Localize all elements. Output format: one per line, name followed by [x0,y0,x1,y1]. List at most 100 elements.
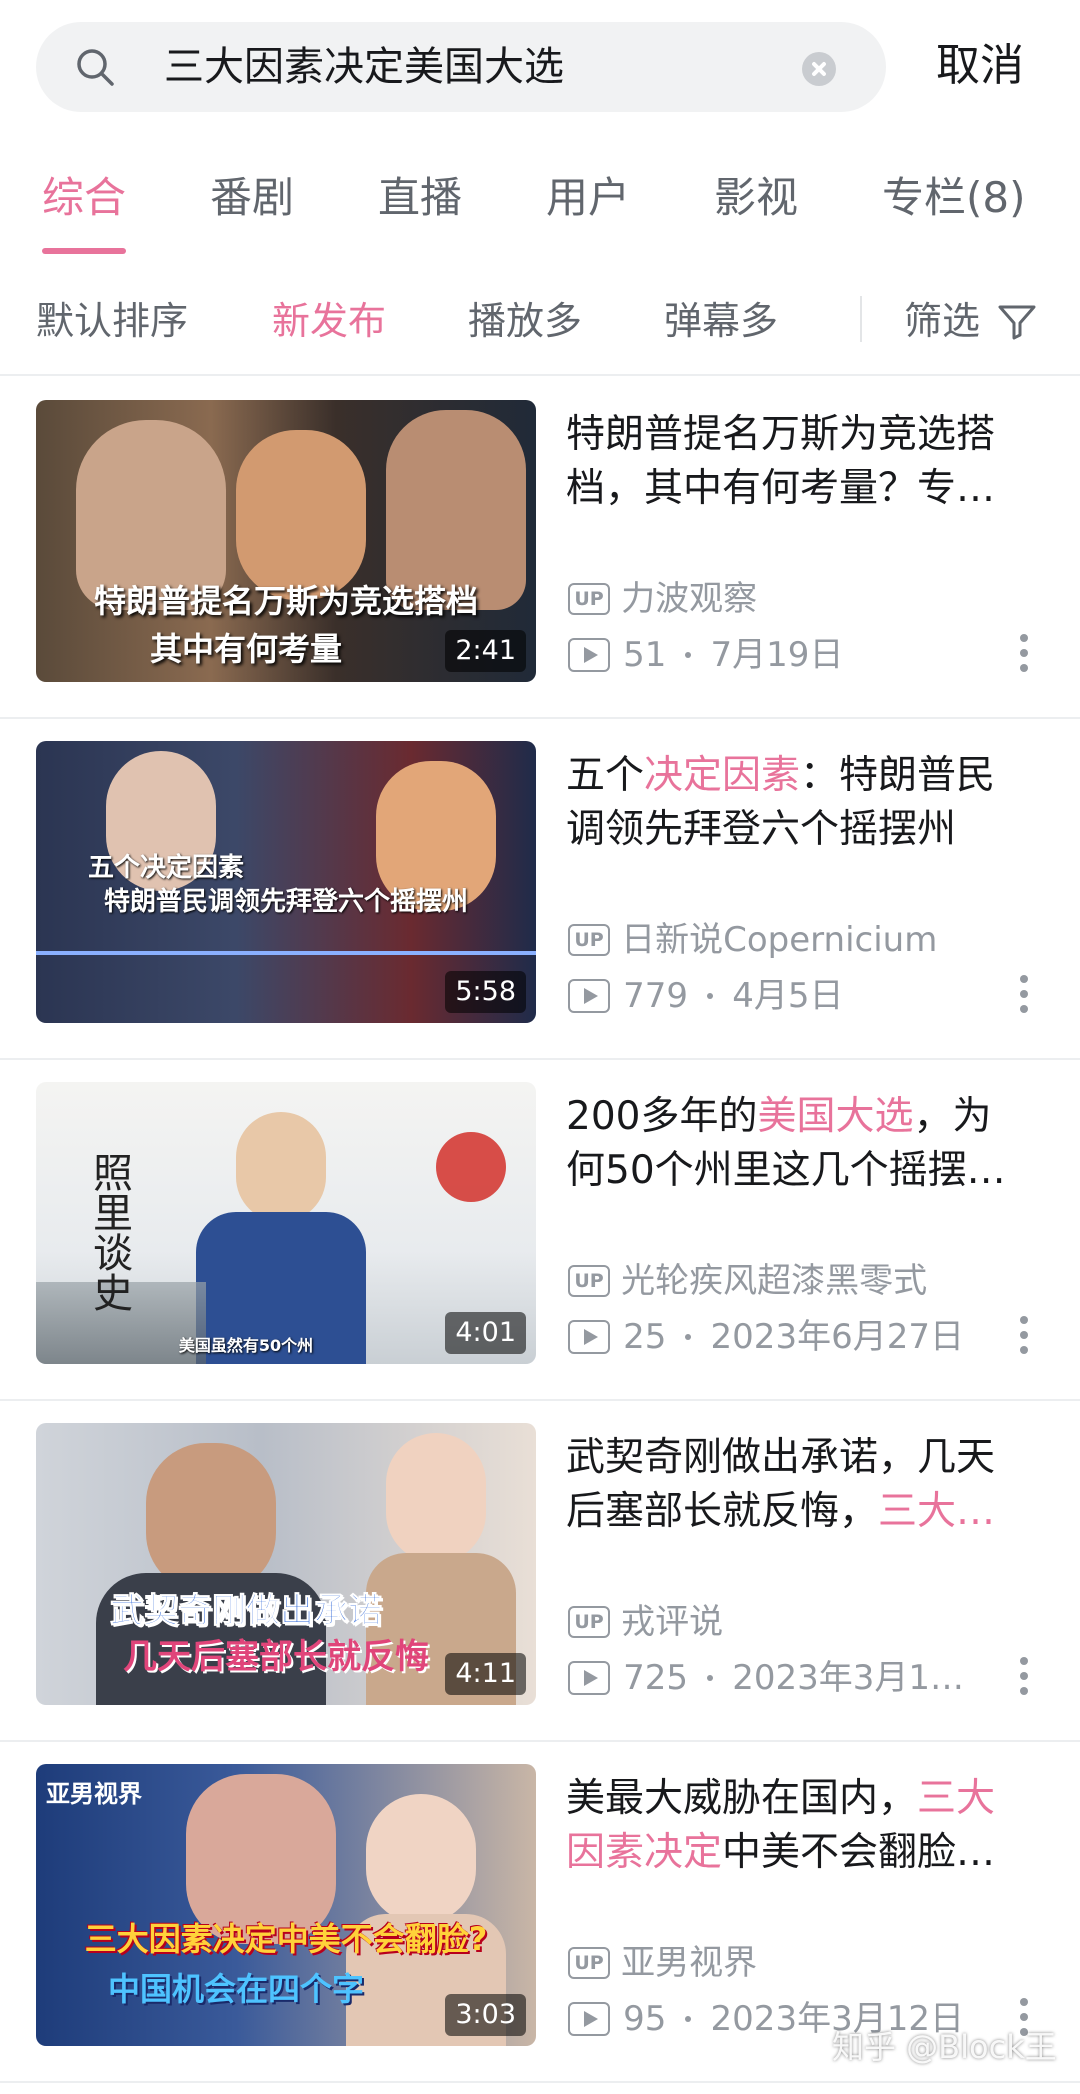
uploader-row[interactable]: UP 力波观察 [568,578,757,620]
separator-dot [685,652,692,658]
more-options-icon[interactable] [1018,634,1030,680]
tab-all[interactable]: 综合 [42,170,126,226]
tab-users[interactable]: 用户 [546,170,630,226]
channel-brand: 亚男视界 [46,1780,142,1808]
up-badge-icon: UP [568,583,610,615]
sort-newest[interactable]: 新发布 [272,294,386,348]
title-line: 特朗普提名万斯为竞选搭 [566,412,996,457]
title-highlight: 三大… [878,1489,996,1534]
person-figure [146,1443,276,1593]
title-text: ：特朗普民 [800,753,996,798]
calligraphy-title: 照里谈史 [86,1152,132,1312]
more-options-icon[interactable] [1018,1316,1030,1362]
title-text: 200多年的 [566,1094,758,1139]
title-text: 五个 [566,753,645,798]
video-result[interactable]: 五个决定因素 特朗普民调领先拜登六个摇摆州 5:58 五个决定因素：特朗普民 调… [0,719,1080,1060]
sort-default[interactable]: 默认排序 [36,294,188,348]
up-badge-icon: UP [568,1265,610,1297]
thumbnail-caption: 中国机会在四个字 [107,1970,364,2008]
thumbnail-caption: 武契奇刚做出承诺 [110,1591,383,1632]
thumbnail-caption: 特朗普民调领先拜登六个摇摆州 [103,887,468,917]
title-line: 美最大威胁在国内，三大 [566,1772,1046,1826]
tab-articles[interactable]: 专栏(8) [882,170,1026,226]
up-badge-icon: UP [568,924,610,956]
uploader-name[interactable]: 力波观察 [621,578,757,620]
video-result[interactable]: 照里谈史 美国虽然有50个州 4:01 200多年的美国大选，为 何50个州里这… [0,1060,1080,1401]
more-options-icon[interactable] [1018,975,1030,1021]
video-duration: 4:01 [445,1312,526,1354]
video-title[interactable]: 200多年的美国大选，为 何50个州里这几个摇摆… [566,1090,1046,1198]
search-header: 三大因素决定美国大选 取消 [0,0,1080,140]
search-tabs: 综合 番剧 直播 用户 影视 专栏(8) [0,160,1080,260]
uploader-row[interactable]: UP 亚男视界 [568,1942,757,1984]
sort-most-danmaku[interactable]: 弹幕多 [664,294,778,348]
video-title[interactable]: 武契奇刚做出承诺，几天 后塞部长就反悔，三大… [566,1431,1046,1539]
sort-bar: 默认排序 新发布 播放多 弹幕多 筛选 [0,280,1080,376]
uploader-name[interactable]: 亚男视界 [621,1942,757,1984]
uploader-row[interactable]: UP 戎评说 [568,1601,723,1643]
tab-live[interactable]: 直播 [378,170,462,226]
title-text: 中美不会翻脸… [722,1830,996,1875]
sort-most-played[interactable]: 播放多 [468,294,582,348]
search-input[interactable]: 三大因素决定美国大选 [36,22,886,112]
person-figure [386,1433,486,1563]
up-badge-icon: UP [568,1606,610,1638]
cancel-button[interactable]: 取消 [936,38,1024,94]
play-count: 95 [623,1999,667,2039]
filter-icon[interactable] [996,300,1038,342]
search-icon [77,49,114,86]
separator-dot [707,993,714,999]
uploader-row[interactable]: UP 日新说Copernicium [568,919,937,961]
title-line: 调领先拜登六个摇摆州 [566,807,957,852]
video-result[interactable]: 特朗普提名万斯为竞选搭档 其中有何考量 2:41 特朗普提名万斯为竞选搭 档，其… [0,378,1080,719]
video-result[interactable]: 武契奇刚做出承诺 几天后塞部长就反悔 4:11 武契奇刚做出承诺，几天 后塞部长… [0,1401,1080,1742]
publish-date: 2023年3月1… [732,1658,964,1698]
play-count: 725 [623,1658,688,1698]
uploader-row[interactable]: UP 光轮疾风超漆黑零式 [568,1260,927,1302]
filter-button[interactable]: 筛选 [904,294,980,348]
video-title[interactable]: 五个决定因素：特朗普民 调领先拜登六个摇摆州 [566,749,1046,857]
play-count: 25 [623,1317,667,1357]
title-line: 200多年的美国大选，为 [566,1090,1046,1144]
title-highlight: 决定因素 [644,753,801,798]
stats-row: 51 7月19日 [568,634,843,676]
thumbnail-caption: 五个决定因素 [87,853,244,883]
video-thumbnail[interactable]: 特朗普提名万斯为竞选搭档 其中有何考量 2:41 [36,400,536,682]
play-count-icon [568,2002,610,2036]
uploader-name[interactable]: 日新说Copernicium [621,919,937,961]
watermark: 知乎 @Block王 [832,2028,1057,2066]
video-thumbnail[interactable]: 亚男视界 三大因素决定中美不会翻脸? 中国机会在四个字 3:03 [36,1764,536,2046]
video-duration: 3:03 [445,1994,526,2036]
publish-date: 4月5日 [732,976,844,1016]
title-text: 美最大威胁在国内， [566,1776,918,1821]
uploader-name[interactable]: 戎评说 [621,1601,723,1643]
video-duration: 2:41 [445,630,526,672]
video-duration: 4:11 [445,1653,526,1695]
publish-date: 2023年6月27日 [710,1317,964,1357]
title-highlight: 因素决定 [566,1830,723,1875]
stats-row: 725 2023年3月1… [568,1657,964,1699]
video-thumbnail[interactable]: 武契奇刚做出承诺 几天后塞部长就反悔 4:11 [36,1423,536,1705]
search-query[interactable]: 三大因素决定美国大选 [164,40,564,94]
thumbnail-caption: 三大因素决定中美不会翻脸? [84,1920,488,1958]
video-title[interactable]: 美最大威胁在国内，三大 因素决定中美不会翻脸… [566,1772,1046,1880]
more-options-icon[interactable] [1018,1657,1030,1703]
tab-film[interactable]: 影视 [714,170,798,226]
clear-icon[interactable] [802,52,836,86]
title-highlight: 三大 [917,1776,996,1821]
title-line: 五个决定因素：特朗普民 [566,749,1046,803]
uploader-name[interactable]: 光轮疾风超漆黑零式 [621,1260,927,1302]
title-highlight: 美国大选 [757,1094,914,1139]
video-thumbnail[interactable]: 照里谈史 美国虽然有50个州 4:01 [36,1082,536,1364]
person-figure [236,1112,326,1222]
video-thumbnail[interactable]: 五个决定因素 特朗普民调领先拜登六个摇摆州 5:58 [36,741,536,1023]
tab-bangumi[interactable]: 番剧 [210,170,294,226]
title-text: ，为 [913,1094,992,1139]
title-line: 档，其中有何考量？专… [566,466,996,511]
chart-line [36,951,536,955]
publish-date: 7月19日 [710,635,844,675]
video-title[interactable]: 特朗普提名万斯为竞选搭 档，其中有何考量？专… [566,408,1046,516]
separator-dot [707,1675,714,1681]
person-figure [366,1794,476,1924]
play-count: 51 [623,635,667,675]
